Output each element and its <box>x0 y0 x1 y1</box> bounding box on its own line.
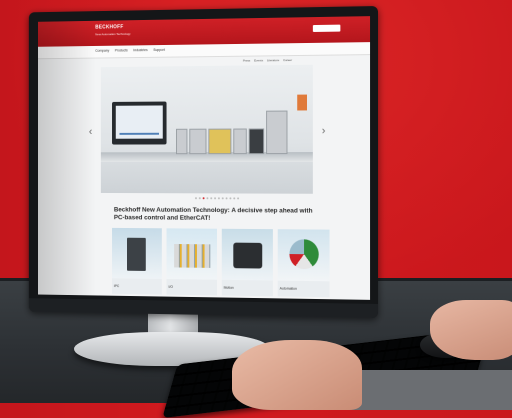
hero-slider[interactable]: ‹ › <box>101 65 313 194</box>
automation-image <box>278 229 330 281</box>
product-module-image <box>266 111 287 155</box>
nav-item-company[interactable]: Company <box>95 49 109 53</box>
product-cards: IPC I/O Motion Automation <box>112 228 330 297</box>
quick-link-literature[interactable]: Literature <box>267 58 279 62</box>
slider-dot[interactable] <box>229 197 231 199</box>
search-input[interactable] <box>313 25 341 32</box>
product-module-image <box>249 128 264 154</box>
product-module-image <box>176 129 187 154</box>
quick-links: Press Events Literature Career <box>243 58 292 63</box>
quick-link-career[interactable]: Career <box>283 58 292 62</box>
product-card-automation[interactable]: Automation <box>278 229 330 297</box>
slider-dot[interactable] <box>195 197 197 199</box>
slider-prev-button[interactable]: ‹ <box>86 125 95 139</box>
card-label: Automation <box>280 287 297 291</box>
site-tagline: New Automation Technology <box>95 32 130 36</box>
left-hand <box>232 340 362 410</box>
sleeve <box>340 370 512 410</box>
quick-link-events[interactable]: Events <box>254 58 263 62</box>
product-module-image <box>233 129 246 155</box>
beckhoff-logo[interactable]: BECKHOFF <box>95 24 123 30</box>
product-card-motion[interactable]: Motion <box>222 229 273 297</box>
slider-pagination <box>195 197 239 199</box>
slider-dot[interactable] <box>226 197 228 199</box>
ipc-image <box>112 228 162 279</box>
slider-dot[interactable] <box>206 197 208 199</box>
product-card-ipc[interactable]: IPC <box>112 228 162 295</box>
nav-item-support[interactable]: Support <box>153 48 165 52</box>
slider-dot[interactable] <box>233 197 235 199</box>
slider-badge[interactable] <box>297 95 307 111</box>
product-module-image <box>208 129 231 155</box>
product-card-io[interactable]: I/O <box>167 228 217 295</box>
slider-dot[interactable] <box>210 197 212 199</box>
page-headline: Beckhoff New Automation Technology: A de… <box>114 207 325 224</box>
card-label: IPC <box>114 284 119 288</box>
card-label: Motion <box>224 286 234 290</box>
website-screen: BECKHOFF New Automation Technology Compa… <box>38 16 370 300</box>
motion-image <box>222 229 273 281</box>
slider-dot[interactable] <box>222 197 224 199</box>
slider-dot[interactable] <box>203 197 205 199</box>
nav-item-products[interactable]: Products <box>115 48 128 52</box>
product-module-image <box>189 129 206 154</box>
quick-link-press[interactable]: Press <box>243 59 250 63</box>
slider-dot[interactable] <box>214 197 216 199</box>
panel-pc-image <box>112 102 167 145</box>
slider-dot[interactable] <box>199 197 201 199</box>
slider-next-button[interactable]: › <box>319 124 329 138</box>
right-hand <box>430 300 512 360</box>
nav-item-industries[interactable]: Industries <box>133 48 147 52</box>
io-image <box>167 228 217 279</box>
card-label: I/O <box>168 285 172 289</box>
slider-dot[interactable] <box>237 197 239 199</box>
slider-dot[interactable] <box>218 197 220 199</box>
monitor: BECKHOFF New Automation Technology Compa… <box>29 6 378 318</box>
